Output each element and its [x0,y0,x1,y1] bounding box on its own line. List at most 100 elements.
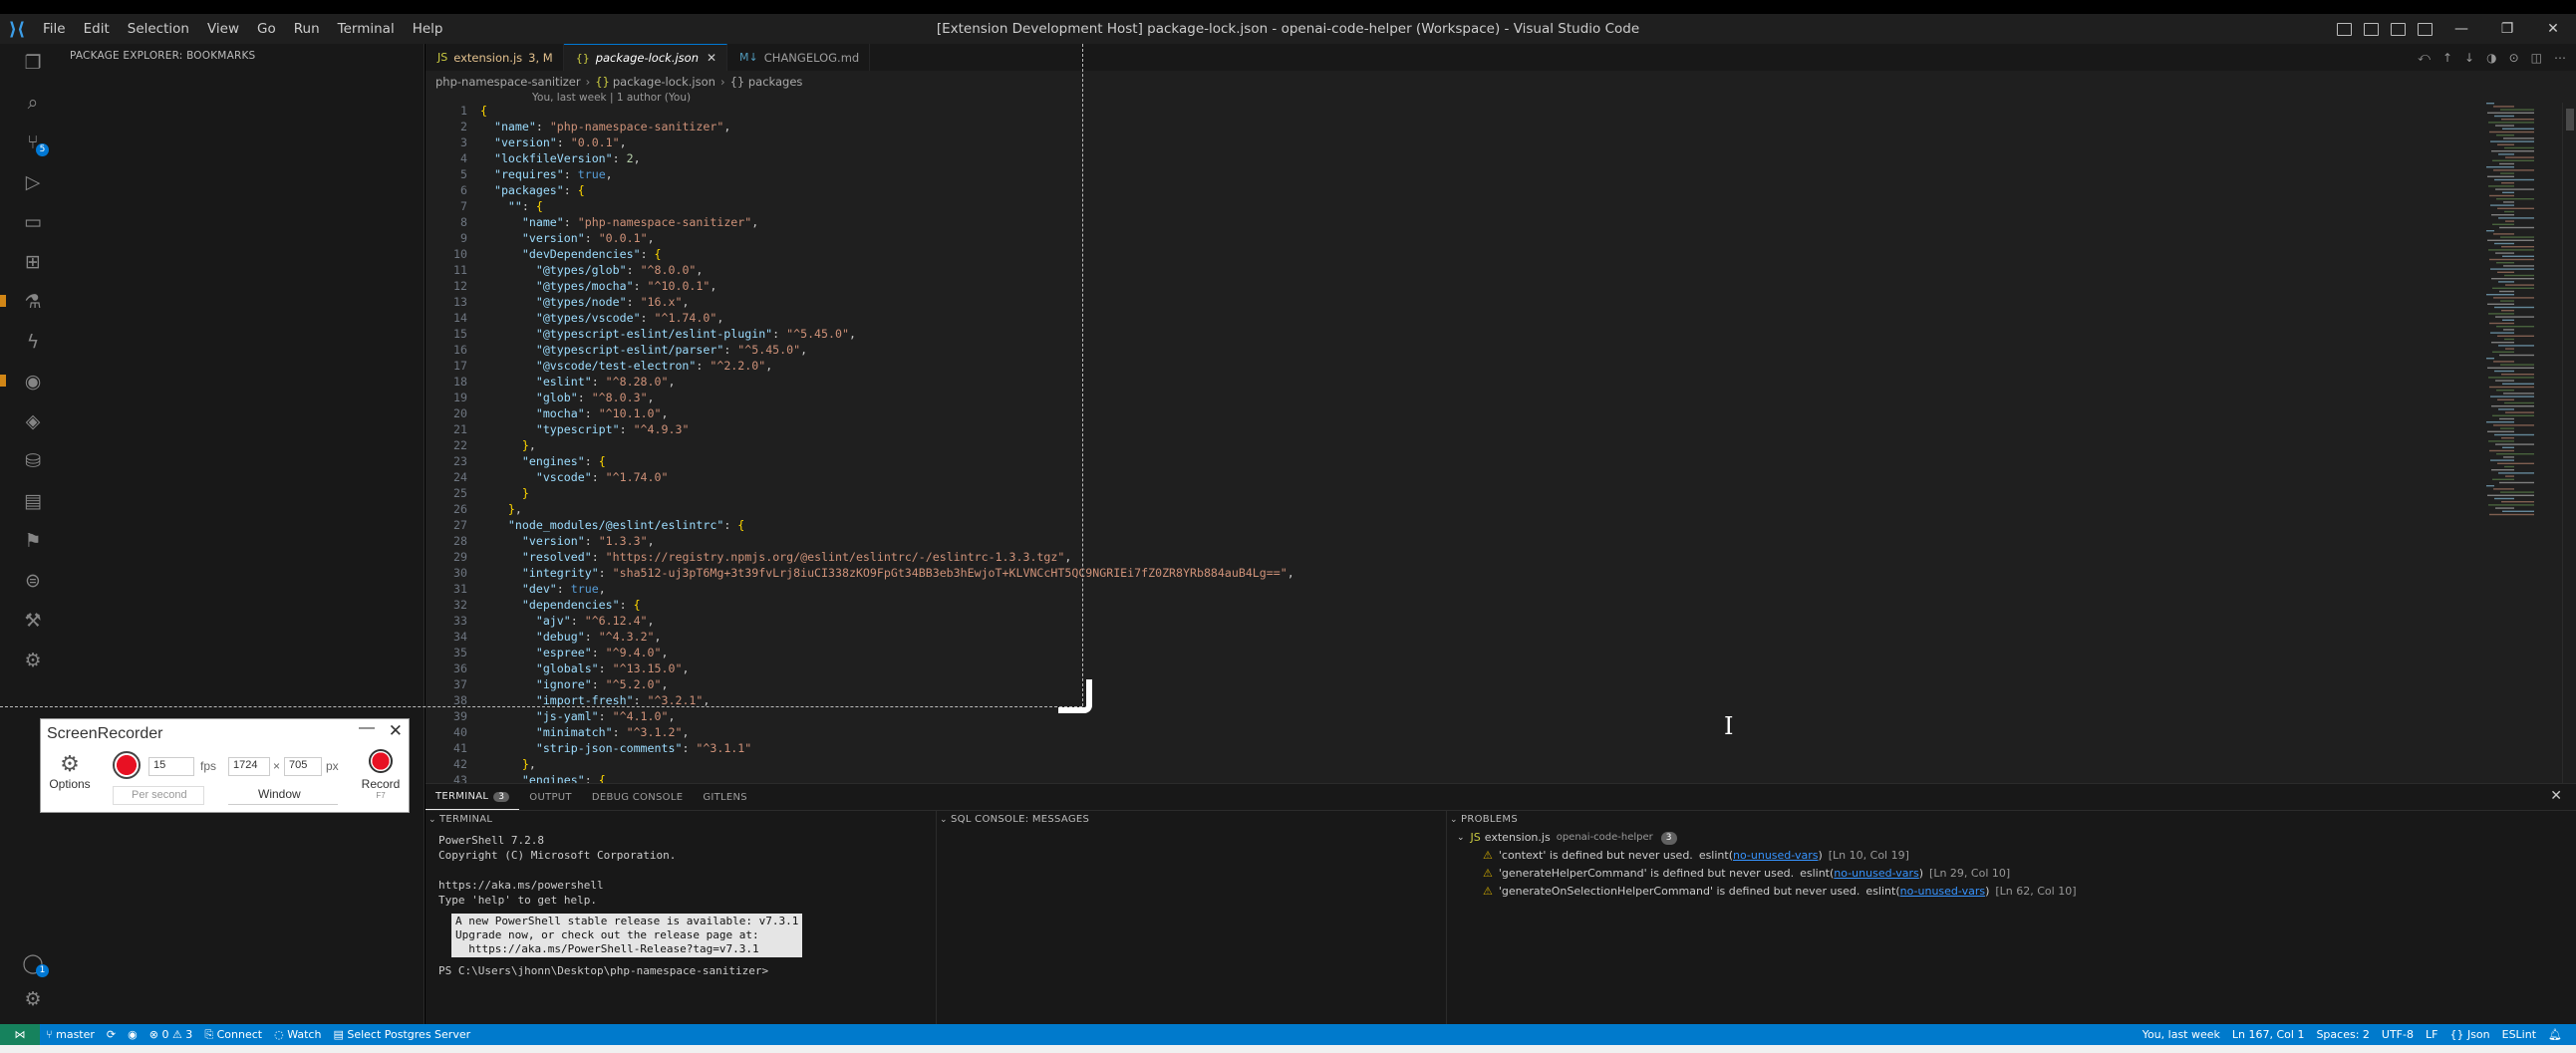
code-line[interactable]: 36 "globals": "^13.15.0", [426,660,2419,676]
code-line[interactable]: 15 "@typescript-eslint/eslint-plugin": "… [426,326,2419,342]
status-indentation[interactable]: Spaces: 2 [2310,1028,2375,1041]
close-panel-icon[interactable]: ✕ [2550,788,2562,804]
menu-run[interactable]: Run [285,14,329,44]
panel-tab-gitlens[interactable]: GITLENS [693,784,757,810]
panel-tab-output[interactable]: OUTPUT [519,784,582,810]
code-line[interactable]: 22 }, [426,437,2419,453]
toggle-secondary-sidebar-icon[interactable] [2391,22,2406,36]
code-line[interactable]: 29 "resolved": "https://registry.npmjs.o… [426,549,2419,565]
code-line[interactable]: 18 "eslint": "^8.28.0", [426,374,2419,390]
status-postgres[interactable]: ▤ Select Postgres Server [327,1028,476,1041]
menu-selection[interactable]: Selection [119,14,198,44]
tab-package-lock-json[interactable]: {} package-lock.json ✕ [563,44,728,71]
status-linter[interactable]: ESLint [2496,1028,2542,1041]
tools-icon[interactable]: ⚒ [20,608,46,634]
menu-go[interactable]: Go [248,14,285,44]
code-editor[interactable]: 1{2 "name": "php-namespace-sanitizer", 3 … [426,103,2419,783]
status-problems[interactable]: ⊗ 0 ⚠ 3 [143,1028,199,1041]
next-change-icon[interactable]: ↓ [2464,51,2474,65]
code-line[interactable]: 25 } [426,485,2419,501]
problem-item[interactable]: ⚠ 'generateHelperCommand' is defined but … [1447,865,2576,883]
run-debug-icon[interactable]: ▷ [20,169,46,195]
tab-extension-js[interactable]: JS extension.js 3, M [426,44,564,71]
code-line[interactable]: 4 "lockfileVersion": 2, [426,150,2419,166]
menu-terminal[interactable]: Terminal [329,14,404,44]
width-input[interactable]: 1724 [228,757,270,776]
panel-tab-debug-console[interactable]: DEBUG CONSOLE [582,784,693,810]
explorer-icon[interactable]: ❐ [20,50,46,76]
code-line[interactable]: 20 "mocha": "^10.1.0", [426,405,2419,421]
code-line[interactable]: 3 "version": "0.0.1", [426,134,2419,150]
panel-tab-terminal[interactable]: TERMINAL 3 [426,784,520,810]
remote-explorer-icon[interactable]: ▭ [20,209,46,235]
problems-file-row[interactable]: ⌄ JS extension.js openai-code-helper 3 [1447,829,2576,847]
split-editor-icon[interactable]: ◫ [2531,51,2542,65]
minimap[interactable] [2482,103,2562,521]
sql-console-view[interactable]: ⌄ SQL CONSOLE: MESSAGES [936,810,1446,1025]
status-connect[interactable]: ⎘ Connect [198,1028,268,1042]
code-line[interactable]: 7 "": { [426,198,2419,214]
code-line[interactable]: 23 "engines": { [426,453,2419,469]
code-line[interactable]: 42 }, [426,756,2419,772]
thunder-client-icon[interactable]: ϟ [20,329,46,355]
menu-view[interactable]: View [198,14,248,44]
code-line[interactable]: 12 "@types/mocha": "^10.0.1", [426,278,2419,294]
status-cursor-position[interactable]: Ln 167, Col 1 [2226,1028,2311,1041]
problems-view[interactable]: ⌄ PROBLEMS ⌄ JS extension.js openai-code… [1446,810,2576,1025]
code-line[interactable]: 39 "js-yaml": "^4.1.0", [426,708,2419,724]
status-watch[interactable]: ◌ Watch [268,1028,327,1041]
package-explorer-icon[interactable]: ⚙ [20,648,46,673]
gitlens-icon[interactable]: ◈ [20,408,46,434]
breadcrumb-symbol[interactable]: {} packages [730,75,803,89]
code-line[interactable]: 5 "requires": true, [426,166,2419,182]
more-actions-icon[interactable]: ⋯ [2554,51,2566,65]
recorder-close-icon[interactable]: ✕ [389,721,403,741]
problems-header[interactable]: ⌄ PROBLEMS [1447,811,2576,829]
sql-console-header[interactable]: ⌄ SQL CONSOLE: MESSAGES [937,811,1446,829]
status-language[interactable]: {} Json [2443,1028,2495,1041]
docker-icon[interactable]: ◉ [20,369,46,395]
remote-indicator-icon[interactable]: ⋈ [0,1024,40,1045]
toggle-sidebar-icon[interactable] [2337,22,2352,36]
problem-item[interactable]: ⚠ 'generateOnSelectionHelperCommand' is d… [1447,883,2576,901]
testing-icon[interactable]: ⚗ [20,289,46,315]
status-branch[interactable]: ⑂ master [40,1028,101,1041]
compare-icon[interactable]: ◑ [2486,51,2496,65]
close-window-icon[interactable]: ✕ [2530,14,2576,44]
minimize-icon[interactable]: — [2438,14,2484,44]
code-line[interactable]: 21 "typescript": "^4.9.3" [426,421,2419,437]
code-line[interactable]: 27 "node_modules/@eslint/eslintrc": { [426,517,2419,533]
code-line[interactable]: 26 }, [426,501,2419,517]
capture-mode-dropdown[interactable]: Window [228,786,338,805]
problem-rule-link[interactable]: no-unused-vars [1834,865,1918,883]
close-tab-icon[interactable]: ✕ [707,51,716,65]
project-manager-icon[interactable]: ▤ [20,488,46,514]
code-line[interactable]: 40 "minimatch": "^3.1.2", [426,724,2419,740]
code-line[interactable]: 6 "packages": { [426,182,2419,198]
manage-gear-icon[interactable]: ⚙ [20,986,46,1012]
status-blame[interactable]: You, last week [2137,1028,2226,1041]
gitlens-status-icon[interactable]: ◉ [122,1028,143,1041]
fps-input[interactable]: 15 [148,757,194,776]
recorder-options-button[interactable]: ⚙ Options [47,751,93,791]
record-button[interactable]: Record F7 [356,749,406,800]
extensions-icon[interactable]: ⊞ [20,249,46,275]
problem-item[interactable]: ⚠ 'context' is defined but never used. esl… [1447,847,2576,865]
code-line[interactable]: 19 "glob": "^8.0.3", [426,390,2419,405]
menu-edit[interactable]: Edit [75,14,119,44]
code-line[interactable]: 34 "debug": "^4.3.2", [426,629,2419,645]
code-line[interactable]: 37 "ignore": "^5.2.0", [426,676,2419,692]
previous-change-icon[interactable]: ↑ [2442,51,2452,65]
code-line[interactable]: 32 "dependencies": { [426,597,2419,613]
breadcrumb-folder[interactable]: php-namespace-sanitizer [435,75,581,89]
database-icon[interactable]: ⛁ [20,448,46,474]
restore-icon[interactable]: ❐ [2484,14,2530,44]
notifications-bell-icon[interactable]: 🔔︎ [2542,1028,2568,1041]
code-line[interactable]: 10 "devDependencies": { [426,246,2419,262]
code-line[interactable]: 16 "@typescript-eslint/parser": "^5.45.0… [426,342,2419,358]
code-line[interactable]: 28 "version": "1.3.3", [426,533,2419,549]
code-line[interactable]: 2 "name": "php-namespace-sanitizer", [426,119,2419,134]
search-icon[interactable]: ⌕ [20,90,46,116]
toggle-panel-icon[interactable] [2364,22,2379,36]
bookmarks-icon[interactable]: ⚑ [20,528,46,554]
